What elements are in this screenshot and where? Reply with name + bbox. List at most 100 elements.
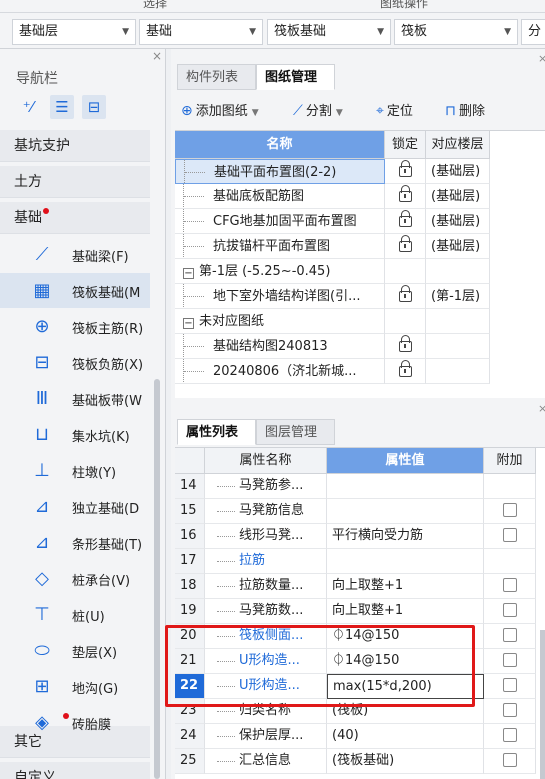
nav-item[interactable]: ⊤ 桩(U): [0, 597, 150, 632]
drawing-name-cell[interactable]: 地下室外墙结构详图(引...: [175, 284, 385, 309]
drawing-name-cell[interactable]: 基础结构图240813: [175, 334, 385, 359]
lock-cell[interactable]: [385, 209, 426, 234]
locate-button[interactable]: ⌖ 定位: [376, 100, 413, 119]
extra-cell[interactable]: [484, 749, 536, 774]
nav-item[interactable]: ⊥ 柱墩(Y): [0, 453, 150, 488]
property-name-cell[interactable]: 马凳筋数...: [205, 599, 327, 624]
col-property-value-header[interactable]: 属性值: [327, 448, 484, 474]
lock-icon[interactable]: [398, 160, 412, 177]
floor-cell[interactable]: (基础层): [426, 184, 490, 209]
property-row[interactable]: 25 汇总信息 (筏板基础): [175, 749, 545, 774]
property-value-cell[interactable]: (40): [327, 724, 484, 749]
nav-scrollbar-thumb[interactable]: [154, 379, 160, 779]
nav-item[interactable]: ⊞ 地沟(G): [0, 669, 150, 704]
nav-section[interactable]: 基坑支护: [0, 130, 150, 162]
property-value-cell[interactable]: 平行横向受力筋: [327, 524, 484, 549]
property-row[interactable]: 15 马凳筋信息: [175, 499, 545, 524]
floor-cell[interactable]: [426, 309, 490, 334]
lock-cell[interactable]: [385, 334, 426, 359]
lock-icon[interactable]: [398, 285, 412, 302]
nav-item[interactable]: ⟋ 基础梁(F): [0, 237, 150, 272]
tab-property-list[interactable]: 属性列表: [177, 419, 256, 445]
pin-icon[interactable]: ⁺⁄: [16, 95, 40, 119]
grid-view-icon[interactable]: ⊟: [82, 95, 106, 119]
extra-cell[interactable]: [484, 674, 536, 699]
lock-icon[interactable]: [398, 335, 412, 352]
floor-cell[interactable]: [426, 334, 490, 359]
extra-cell[interactable]: [484, 699, 536, 724]
extra-checkbox[interactable]: [502, 503, 517, 517]
extra-checkbox[interactable]: [502, 653, 517, 667]
lock-cell[interactable]: [385, 159, 426, 184]
extra-checkbox[interactable]: [502, 678, 517, 692]
extra-cell[interactable]: [484, 474, 536, 499]
drawing-group-row[interactable]: − 第-1层 (-5.25~-0.45): [175, 259, 545, 284]
property-name-cell[interactable]: 马凳筋信息: [205, 499, 327, 524]
property-name-cell[interactable]: 线形马凳...: [205, 524, 327, 549]
nav-section[interactable]: 基础: [0, 202, 150, 234]
tab-layer-management[interactable]: 图层管理: [256, 419, 335, 445]
drawing-name-cell[interactable]: 基础平面布置图(2-2): [175, 159, 385, 184]
nav-item[interactable]: ◈ 砖胎膜: [0, 705, 150, 740]
col-lock-header[interactable]: 锁定: [385, 131, 426, 159]
property-name-cell[interactable]: 保护层厚...: [205, 724, 327, 749]
floor-cell[interactable]: [426, 359, 490, 384]
drawing-name-cell[interactable]: 20240806（济北新城...: [175, 359, 385, 384]
tab-drawing-management[interactable]: 图纸管理: [256, 64, 335, 90]
drawing-row[interactable]: CFG地基加固平面布置图 (基础层): [175, 209, 545, 234]
property-row[interactable]: 16 线形马凳... 平行横向受力筋: [175, 524, 545, 549]
collapse-icon[interactable]: −: [183, 318, 194, 329]
component-type-dropdown[interactable]: 筏板基础 ▼: [267, 19, 391, 45]
property-value-cell[interactable]: [327, 474, 484, 499]
delete-button[interactable]: ⊓ 删除: [445, 100, 485, 119]
close-icon[interactable]: ×: [538, 52, 545, 65]
nav-item[interactable]: ⊟ 筏板负筋(X): [0, 345, 150, 380]
drawing-name-cell[interactable]: − 未对应图纸: [175, 309, 385, 334]
property-row[interactable]: 24 保护层厚... (40): [175, 724, 545, 749]
floor-cell[interactable]: (基础层): [426, 234, 490, 259]
extra-cell[interactable]: [484, 649, 536, 674]
extra-checkbox[interactable]: [502, 578, 517, 592]
extra-cell[interactable]: [484, 599, 536, 624]
extra-checkbox[interactable]: [502, 728, 517, 742]
drawing-row[interactable]: 20240806（济北新城...: [175, 359, 545, 384]
extra-cell[interactable]: [484, 549, 536, 574]
component-dropdown[interactable]: 筏板 ▼: [394, 19, 518, 45]
drawing-name-cell[interactable]: 基础底板配筋图: [175, 184, 385, 209]
extra-checkbox[interactable]: [502, 528, 517, 542]
lock-cell[interactable]: [385, 234, 426, 259]
lock-cell[interactable]: [385, 184, 426, 209]
nav-section[interactable]: 土方: [0, 166, 150, 198]
split-button[interactable]: ⟋ 分割 ▼: [293, 100, 343, 119]
property-value-cell[interactable]: (筏板基础): [327, 749, 484, 774]
property-row[interactable]: 18 拉筋数量... 向上取整+1: [175, 574, 545, 599]
lock-icon[interactable]: [398, 210, 412, 227]
list-icon[interactable]: ☰: [50, 95, 74, 119]
nav-item[interactable]: ⊕ 筏板主筋(R): [0, 309, 150, 344]
close-icon[interactable]: ×: [152, 49, 162, 63]
floor-cell[interactable]: (基础层): [426, 209, 490, 234]
property-name-cell[interactable]: 马凳筋参...: [205, 474, 327, 499]
extra-cell[interactable]: [484, 499, 536, 524]
property-value-cell[interactable]: 向上取整+1: [327, 599, 484, 624]
extra-cell[interactable]: [484, 574, 536, 599]
nav-item[interactable]: Ⅲ 基础板带(W: [0, 381, 150, 416]
floor-dropdown[interactable]: 基础层 ▼: [12, 19, 136, 45]
property-name-cell[interactable]: 拉筋: [205, 549, 327, 574]
nav-item[interactable]: ▦ 筏板基础(M: [0, 273, 150, 308]
nav-item[interactable]: ⊿ 独立基础(D: [0, 489, 150, 524]
col-name-header[interactable]: 名称: [175, 131, 385, 159]
drawing-row[interactable]: 基础结构图240813: [175, 334, 545, 359]
lock-icon[interactable]: [398, 185, 412, 202]
category-dropdown[interactable]: 基础 ▼: [139, 19, 263, 45]
nav-item[interactable]: ⊔ 集水坑(K): [0, 417, 150, 452]
drawing-row[interactable]: 基础平面布置图(2-2) (基础层): [175, 159, 545, 184]
property-name-cell[interactable]: 拉筋数量...: [205, 574, 327, 599]
close-icon[interactable]: ×: [538, 402, 545, 415]
drawing-row[interactable]: 地下室外墙结构详图(引... (第-1层): [175, 284, 545, 309]
extra-cell[interactable]: [484, 524, 536, 549]
drawing-row[interactable]: 基础底板配筋图 (基础层): [175, 184, 545, 209]
floor-cell[interactable]: [426, 259, 490, 284]
drawing-name-cell[interactable]: − 第-1层 (-5.25~-0.45): [175, 259, 385, 284]
nav-item[interactable]: ⬭ 垫层(X): [0, 633, 150, 668]
